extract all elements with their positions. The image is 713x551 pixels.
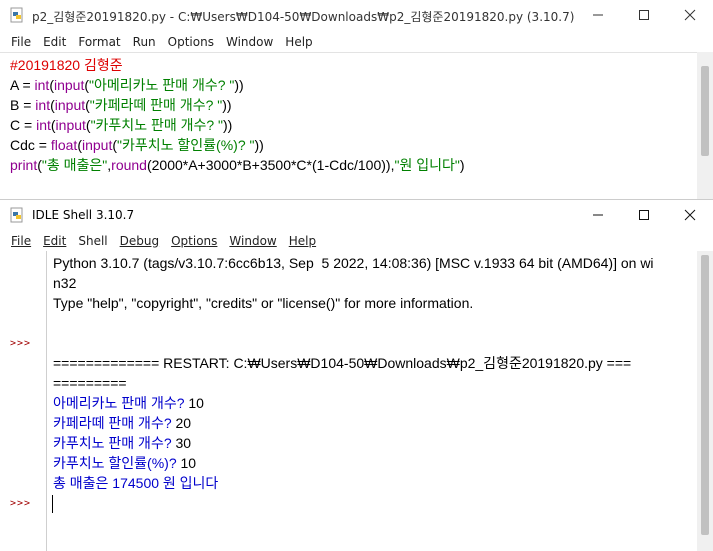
menu-file[interactable]: File [0,234,37,248]
code-comment: #20191820 김형준 [10,57,123,73]
shell-title: IDLE Shell 3.10.7 [32,208,135,222]
menu-help[interactable]: Help [283,234,322,248]
editor-titlebar[interactable]: p2_김형준20191820.py - C:₩Users₩D104-50₩Dow… [0,0,713,30]
editor-title: p2_김형준20191820.py - C:₩Users₩D104-50₩Dow… [32,10,575,24]
close-icon [684,209,696,221]
minimize-icon [593,214,603,216]
prompt-marker: >>> [10,498,32,509]
editor-scrollbar[interactable] [697,52,713,200]
code-line-print: print("총 매출은",round(2000*A+3000*B+3500*C… [10,157,465,173]
minimize-icon [593,14,603,16]
menu-help[interactable]: Help [279,35,318,49]
minimize-button[interactable] [575,0,621,30]
io-line: 카푸치노 할인률(%)? 10 [53,455,197,471]
editor-window: p2_김형준20191820.py - C:₩Users₩D104-50₩Dow… [0,0,713,200]
close-icon [684,9,696,21]
menu-edit[interactable]: Edit [37,35,72,49]
shell-prompt-gutter: >>> >>> [0,251,47,551]
python-file-icon [10,7,23,23]
editor-menubar: File Edit Format Run Options Window Help [0,31,713,52]
menu-run[interactable]: Run [127,35,162,49]
shell-menubar: File Edit Shell Debug Options Window Hel… [0,230,713,251]
banner-line: Type "help", "copyright", "credits" or "… [53,295,474,311]
code-line-cdc: Cdc = float(input("카푸치노 할인률(%)? ")) [10,137,264,153]
menu-edit[interactable]: Edit [37,234,72,248]
menu-window[interactable]: Window [223,234,282,248]
shell-minimize-button[interactable] [575,200,621,230]
maximize-icon [639,10,649,20]
shell-titlebar[interactable]: IDLE Shell 3.10.7 [0,200,713,230]
shell-scrollbar[interactable] [697,251,713,551]
python-shell-icon [10,207,23,223]
maximize-button[interactable] [621,0,667,30]
result-line: 총 매출은 174500 원 입니다 [53,475,219,491]
menu-file[interactable]: File [0,35,37,49]
code-line-c: C = int(input("카푸치노 판매 개수? ")) [10,117,233,133]
io-line: 아메리카노 판매 개수? 10 [53,395,204,411]
menu-debug[interactable]: Debug [114,234,165,248]
shell-close-button[interactable] [667,200,713,230]
restart-line: ============= RESTART: C:₩Users₩D104-50₩… [53,355,632,371]
menu-options[interactable]: Options [162,35,220,49]
banner-line: n32 [53,275,77,291]
banner-line: Python 3.10.7 (tags/v3.10.7:6cc6b13, Sep… [53,255,654,271]
editor-scroll-thumb[interactable] [701,66,709,156]
menu-format[interactable]: Format [72,35,126,49]
maximize-icon [639,210,649,220]
shell-maximize-button[interactable] [621,200,667,230]
io-line: 카푸치노 판매 개수? 30 [53,435,192,451]
menu-shell[interactable]: Shell [72,234,113,248]
shell-scroll-thumb[interactable] [701,255,709,535]
close-button[interactable] [667,0,713,30]
prompt-marker: >>> [10,338,32,349]
shell-window: IDLE Shell 3.10.7 File Edit Shell Debug … [0,200,713,551]
menu-options[interactable]: Options [165,234,223,248]
code-line-b: B = int(input("카페라떼 판매 개수? ")) [10,97,232,113]
editor-text-area[interactable]: #20191820 김형준 A = int(input("아메리카노 판매 개수… [0,52,697,200]
text-cursor [52,495,53,513]
shell-text-area[interactable]: Python 3.10.7 (tags/v3.10.7:6cc6b13, Sep… [47,251,697,551]
restart-line: ========= [53,375,127,391]
code-line-a: A = int(input("아메리카노 판매 개수? ")) [10,77,244,93]
menu-window[interactable]: Window [220,35,279,49]
io-line: 카페라떼 판매 개수? 20 [53,415,192,431]
